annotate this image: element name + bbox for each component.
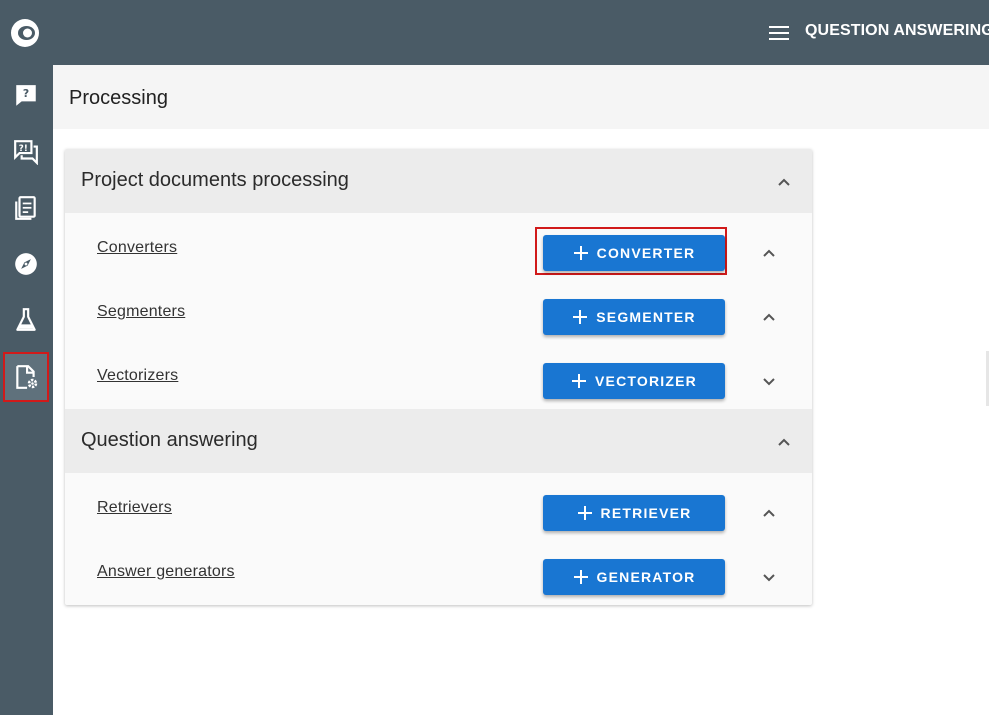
list-item-converters: Converters CONVERTER: [65, 217, 812, 281]
plus-icon: [573, 310, 588, 324]
svg-text:?!: ?!: [19, 144, 28, 154]
app-title: QUESTION ANSWERING C: [805, 22, 989, 39]
sidebar-item-documents[interactable]: [4, 184, 48, 232]
page-header: Processing: [53, 65, 989, 129]
documents-icon: [15, 196, 36, 220]
chevron-up-icon[interactable]: [773, 431, 795, 453]
section-header-question-answering[interactable]: Question answering: [65, 409, 812, 473]
section-title: Question answering: [81, 429, 258, 451]
list-item-answer-generators: Answer generators GENERATOR: [65, 541, 812, 605]
sidebar-item-processing[interactable]: [3, 352, 49, 402]
list-item-segmenters: Segmenters SEGMENTER: [65, 281, 812, 345]
chevron-down-icon[interactable]: [758, 370, 780, 392]
section-title: Project documents processing: [81, 169, 349, 191]
sidebar-item-experiments[interactable]: [4, 296, 48, 344]
logo-icon[interactable]: [9, 17, 41, 49]
processing-panel: Project documents processing Converters …: [65, 149, 812, 605]
plus-icon: [572, 374, 586, 388]
chevron-up-icon[interactable]: [758, 502, 780, 524]
add-retriever-button[interactable]: RETRIEVER: [543, 495, 725, 531]
add-vectorizer-button[interactable]: VECTORIZER: [543, 363, 725, 399]
converters-link[interactable]: Converters: [97, 239, 177, 257]
sidebar-item-qa[interactable]: ?!: [4, 128, 48, 176]
sidebar-item-explore[interactable]: [4, 240, 48, 288]
sidebar-item-questions[interactable]: ?: [4, 72, 48, 120]
vectorizers-link[interactable]: Vectorizers: [97, 367, 178, 385]
segmenters-link[interactable]: Segmenters: [97, 303, 185, 321]
page-title: Processing: [69, 87, 168, 109]
add-segmenter-button[interactable]: SEGMENTER: [543, 299, 725, 335]
svg-text:?: ?: [23, 87, 29, 100]
list-item-vectorizers: Vectorizers VECTORIZER: [65, 345, 812, 409]
answer-generators-link[interactable]: Answer generators: [97, 563, 235, 581]
section-header-project-documents[interactable]: Project documents processing: [65, 149, 812, 213]
plus-icon: [573, 246, 588, 260]
hamburger-menu-icon[interactable]: [768, 24, 790, 42]
chevron-up-icon[interactable]: [758, 306, 780, 328]
chevron-up-icon[interactable]: [773, 171, 795, 193]
plus-icon: [577, 506, 592, 520]
qa-chat-icon: ?!: [14, 140, 38, 165]
sidebar: ? ?!: [0, 65, 53, 715]
list-item-retrievers: Retrievers RETRIEVER: [65, 477, 812, 541]
compass-icon: [15, 253, 37, 275]
button-label: CONVERTER: [596, 245, 696, 261]
chevron-up-icon[interactable]: [758, 242, 780, 264]
retrievers-link[interactable]: Retrievers: [97, 499, 172, 517]
button-label: GENERATOR: [596, 569, 696, 585]
chevron-down-icon[interactable]: [758, 566, 780, 588]
flask-icon: [16, 308, 36, 331]
add-generator-button[interactable]: GENERATOR: [543, 559, 725, 595]
button-label: RETRIEVER: [600, 505, 692, 521]
top-app-bar: QUESTION ANSWERING C: [0, 0, 989, 65]
add-converter-button[interactable]: CONVERTER: [543, 235, 725, 271]
plus-icon: [573, 570, 588, 584]
button-label: SEGMENTER: [596, 309, 696, 325]
button-label: VECTORIZER: [595, 373, 697, 389]
question-bubble-icon: ?: [16, 85, 36, 106]
document-settings-icon: [16, 365, 38, 389]
